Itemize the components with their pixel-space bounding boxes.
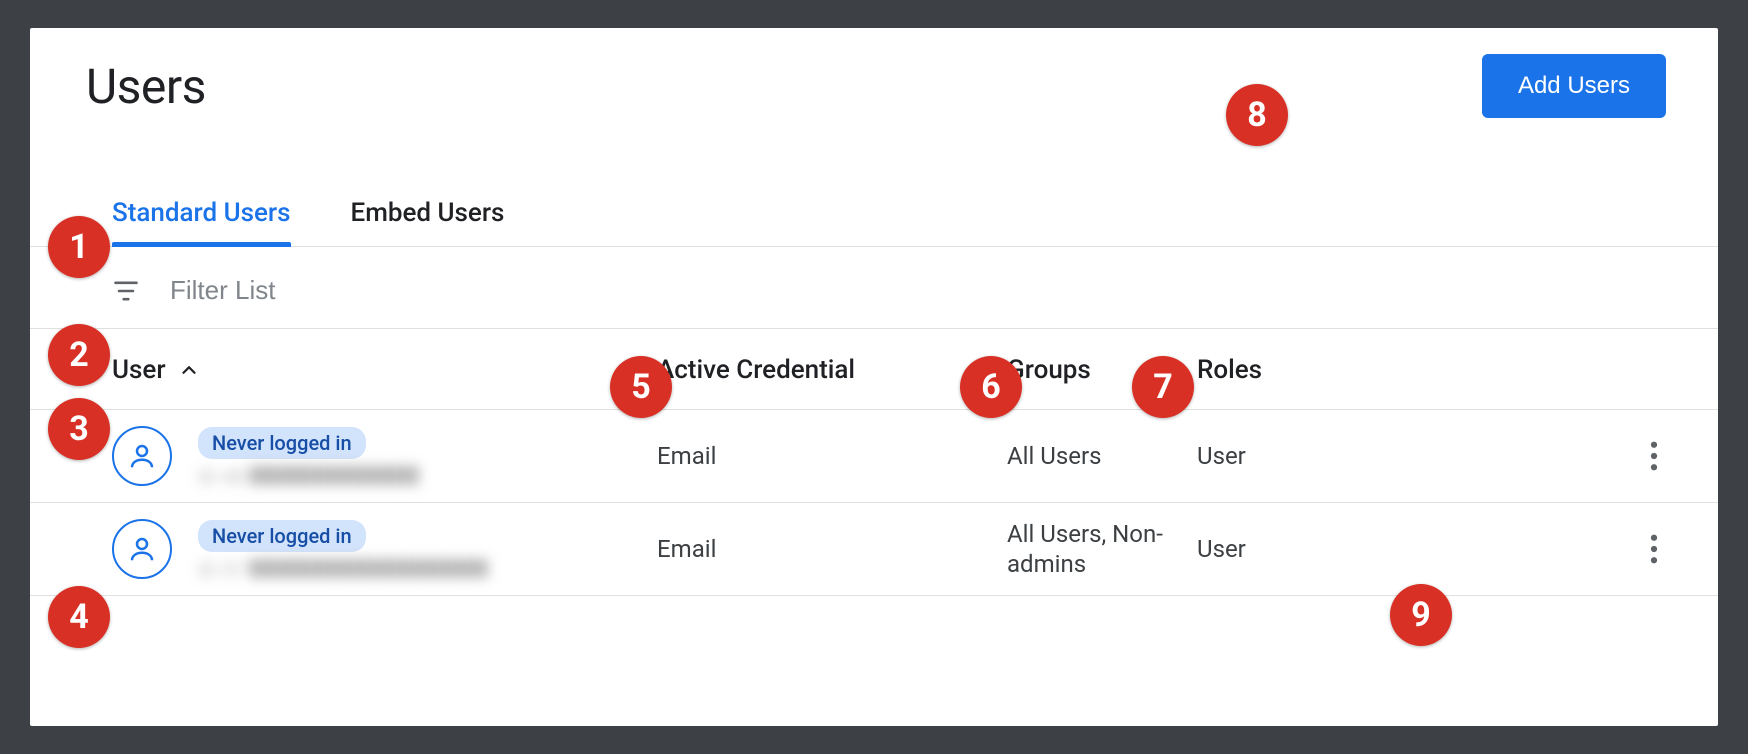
user-cell: Never logged in ID 57 █████████████████: [112, 519, 657, 579]
users-panel: Users Add Users Standard Users Embed Use…: [30, 28, 1718, 726]
column-header-credential[interactable]: Active Credential: [657, 355, 1007, 385]
groups-cell: All Users, Non-admins: [1007, 519, 1197, 579]
annotation-marker: 2: [48, 324, 110, 386]
row-menu-button[interactable]: [1642, 526, 1666, 572]
table-row[interactable]: Never logged in ID 57 █████████████████ …: [30, 503, 1718, 596]
tabs: Standard Users Embed Users: [30, 128, 1718, 247]
status-badge: Never logged in: [198, 427, 366, 459]
credential-cell: Email: [657, 442, 1007, 470]
actions-cell: [1427, 526, 1718, 572]
status-badge: Never logged in: [198, 520, 366, 552]
filter-input[interactable]: [170, 275, 570, 306]
column-user-label: User: [112, 355, 166, 385]
table-header: User Active Credential Groups Roles: [30, 329, 1718, 410]
table-row[interactable]: Never logged in ID 48 ████████████ Email…: [30, 410, 1718, 503]
column-header-roles[interactable]: Roles: [1197, 355, 1427, 385]
annotation-marker: 9: [1390, 584, 1452, 646]
filter-icon: [112, 277, 140, 305]
column-header-user[interactable]: User: [112, 355, 657, 385]
annotation-marker: 1: [48, 216, 110, 278]
tab-embed-users[interactable]: Embed Users: [351, 198, 505, 246]
user-details-obscured: ID 57 █████████████████: [198, 558, 488, 578]
row-menu-button[interactable]: [1642, 433, 1666, 479]
avatar: [112, 519, 172, 579]
roles-cell: User: [1197, 535, 1427, 563]
tab-standard-users[interactable]: Standard Users: [112, 198, 291, 246]
chevron-up-icon: [178, 359, 200, 381]
header-row: Users Add Users: [30, 28, 1718, 128]
avatar: [112, 426, 172, 486]
annotation-marker: 4: [48, 586, 110, 648]
user-meta: Never logged in ID 48 ████████████: [198, 427, 488, 485]
filter-row: [30, 247, 1718, 329]
annotation-marker: 3: [48, 398, 110, 460]
add-users-button[interactable]: Add Users: [1482, 54, 1666, 118]
groups-cell: All Users: [1007, 441, 1197, 471]
user-details-obscured: ID 48 ████████████: [198, 465, 488, 485]
credential-cell: Email: [657, 535, 1007, 563]
user-cell: Never logged in ID 48 ████████████: [112, 426, 657, 486]
annotation-marker: 8: [1226, 84, 1288, 146]
annotation-marker: 6: [960, 356, 1022, 418]
page-title: Users: [86, 58, 206, 115]
annotation-marker: 5: [610, 356, 672, 418]
user-meta: Never logged in ID 57 █████████████████: [198, 520, 488, 578]
annotation-marker: 7: [1132, 356, 1194, 418]
roles-cell: User: [1197, 442, 1427, 470]
actions-cell: [1427, 433, 1718, 479]
